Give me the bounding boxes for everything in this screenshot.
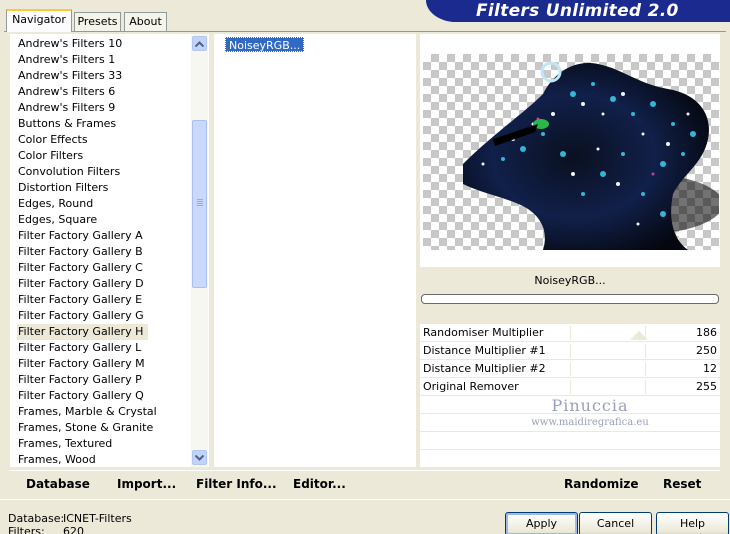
category-scrollbar[interactable] (191, 34, 208, 467)
apply-button[interactable]: Apply (505, 512, 578, 534)
category-item[interactable]: Edges, Square (18, 212, 97, 228)
tab-presets-label: Presets (77, 15, 118, 28)
filter-item-selected[interactable]: NoiseyRGB... (225, 37, 305, 52)
param-label: Randomiser Multiplier (423, 326, 544, 339)
category-item[interactable]: Andrew's Filters 1 (18, 52, 115, 68)
database-label: Database: (8, 512, 65, 525)
progress-bar (421, 294, 719, 304)
category-item[interactable]: Convolution Filters (18, 164, 120, 180)
filter-list[interactable]: NoiseyRGB... (214, 34, 416, 467)
category-item[interactable]: Andrew's Filters 9 (18, 100, 115, 116)
slider-tick (645, 362, 646, 376)
param-value: 186 (696, 326, 717, 339)
param-value: 12 (703, 362, 717, 375)
param-label: Distance Multiplier #1 (423, 344, 546, 357)
slider-marker[interactable] (630, 331, 648, 340)
scroll-grip-line (197, 205, 203, 206)
category-item[interactable]: Filter Factory Gallery L (18, 340, 141, 356)
slider-tick (570, 380, 571, 394)
param-label: Distance Multiplier #2 (423, 362, 546, 375)
filters-count-value: 620 (63, 525, 84, 534)
category-item[interactable]: Filter Factory Gallery B (18, 244, 143, 260)
category-item[interactable]: Buttons & Frames (18, 116, 116, 132)
separator (10, 470, 720, 471)
param-row[interactable]: Original Remover 255 (420, 378, 720, 396)
database-value: ICNET-Filters (63, 512, 132, 525)
slider-tick (570, 326, 571, 340)
chevron-up-icon (195, 40, 204, 47)
slider-tick (570, 362, 571, 376)
filter-info-button[interactable]: Filter Info... (196, 476, 277, 492)
category-item[interactable]: Filter Factory Gallery M (18, 356, 145, 372)
editor-button[interactable]: Editor... (293, 476, 346, 492)
scroll-grip-line (197, 199, 203, 200)
category-item[interactable]: Filter Factory Gallery Q (18, 388, 144, 404)
slider-tick (645, 380, 646, 394)
category-item[interactable]: Filter Factory Gallery G (18, 308, 144, 324)
watermark-url: www.maidiregrafica.eu (531, 417, 649, 428)
separator (0, 499, 730, 500)
cancel-button[interactable]: Cancel (579, 512, 652, 534)
database-button[interactable]: Database (26, 476, 90, 492)
chevron-down-icon (195, 454, 204, 461)
scroll-up-button[interactable] (192, 36, 207, 51)
category-item[interactable]: Color Effects (18, 132, 88, 148)
filters-count-label: Filters: (8, 525, 45, 534)
category-item[interactable]: Andrew's Filters 6 (18, 84, 115, 100)
category-item[interactable]: Frames, Textured (18, 436, 112, 452)
category-item[interactable]: Filter Factory Gallery D (18, 276, 144, 292)
scroll-grip-line (197, 201, 203, 202)
tab-navigator-label: Navigator (12, 13, 66, 26)
category-item[interactable]: Filter Factory Gallery E (18, 292, 142, 308)
tab-divider (4, 31, 726, 32)
param-row-empty (420, 432, 720, 450)
randomize-button[interactable]: Randomize (564, 476, 638, 492)
category-item[interactable]: Filter Factory Gallery H (17, 324, 149, 340)
scroll-grip-line (197, 203, 203, 204)
preview-image (423, 54, 719, 250)
import-button[interactable]: Import... (117, 476, 176, 492)
tab-presets[interactable]: Presets (74, 12, 121, 31)
category-item[interactable]: Andrew's Filters 33 (18, 68, 122, 84)
slider-tick (645, 344, 646, 358)
scroll-thumb[interactable] (192, 120, 207, 288)
tab-about-label: About (129, 15, 162, 28)
category-item[interactable]: Distortion Filters (18, 180, 108, 196)
category-item[interactable]: Edges, Round (18, 196, 93, 212)
category-item[interactable]: Filter Factory Gallery P (18, 372, 142, 388)
category-item[interactable]: Andrew's Filters 10 (18, 36, 122, 52)
param-row[interactable]: Distance Multiplier #2 12 (420, 360, 720, 378)
category-list[interactable]: Andrew's Filters 10 Andrew's Filters 1 And… (10, 34, 209, 467)
param-row-empty (420, 450, 720, 468)
app-title: Filters Unlimited 2.0 (426, 0, 730, 22)
param-row[interactable]: Distance Multiplier #1 250 (420, 342, 720, 360)
category-item[interactable]: Filter Factory Gallery C (18, 260, 143, 276)
param-label: Original Remover (423, 380, 519, 393)
watermark-title: Pinuccia (551, 396, 629, 415)
preview-artwork (463, 61, 719, 250)
tab-about[interactable]: About (124, 12, 167, 31)
category-item[interactable]: Filter Factory Gallery A (18, 228, 143, 244)
param-value: 250 (696, 344, 717, 357)
param-row[interactable]: Randomiser Multiplier 186 (420, 324, 720, 342)
slider-tick (570, 344, 571, 358)
param-value: 255 (696, 380, 717, 393)
tab-navigator[interactable]: Navigator (6, 9, 72, 32)
help-button[interactable]: Help (656, 512, 729, 534)
category-item[interactable]: Frames, Stone & Granite (18, 420, 153, 436)
scroll-down-button[interactable] (192, 450, 207, 465)
category-item[interactable]: Frames, Wood (18, 452, 96, 467)
category-item[interactable]: Color Filters (18, 148, 83, 164)
reset-button[interactable]: Reset (663, 476, 701, 492)
selected-filter-name: NoiseyRGB... (534, 274, 606, 287)
category-item[interactable]: Frames, Marble & Crystal (18, 404, 157, 420)
